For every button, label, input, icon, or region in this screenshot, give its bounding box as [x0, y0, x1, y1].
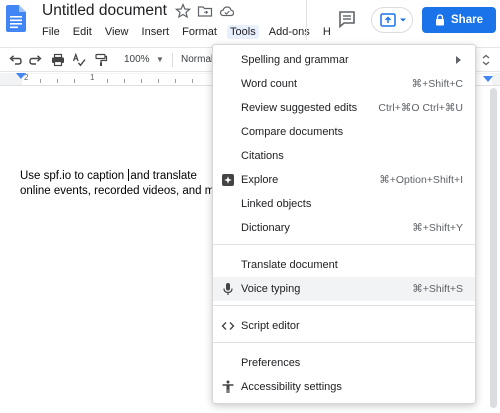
menu-item-dictionary[interactable]: Dictionary ⌘+Shift+Y	[213, 216, 475, 240]
menu-separator	[213, 305, 475, 306]
comment-history-icon[interactable]	[336, 8, 358, 30]
collapse-menus-icon[interactable]	[480, 54, 492, 66]
paragraph-style-select[interactable]: Normal	[181, 54, 213, 65]
zoom-select[interactable]: 100%	[124, 54, 150, 65]
accessibility-icon	[222, 380, 234, 393]
ruler-tick	[175, 79, 176, 83]
present-button[interactable]	[371, 7, 413, 33]
text-run: and translate	[130, 170, 197, 182]
ruler-tick	[124, 79, 125, 83]
right-indent-marker[interactable]	[483, 76, 493, 82]
move-folder-icon[interactable]	[197, 3, 213, 19]
left-indent-marker[interactable]	[16, 73, 26, 79]
present-to-meeting-icon	[380, 13, 396, 27]
menu-item-label: Script editor	[241, 320, 300, 332]
zoom-chevron-icon: ▼	[156, 55, 164, 64]
menu-item-shortcut: Ctrl+⌘O Ctrl+⌘U	[378, 102, 463, 114]
star-icon[interactable]	[175, 3, 191, 19]
menu-bar: File Edit View Insert Format Tools Add-o…	[42, 25, 341, 41]
menu-item-spelling-grammar[interactable]: Spelling and grammar	[213, 48, 475, 72]
menu-help[interactable]: H	[323, 26, 331, 38]
document-line-1: Use spf.io to caption and translate	[20, 169, 221, 184]
docs-logo-icon[interactable]	[6, 5, 26, 32]
menu-insert[interactable]: Insert	[142, 26, 170, 38]
menu-format[interactable]: Format	[182, 26, 217, 38]
redo-icon[interactable]	[29, 53, 43, 67]
menu-item-accessibility-settings[interactable]: Accessibility settings	[213, 375, 475, 399]
menu-view[interactable]: View	[105, 26, 129, 38]
document-title[interactable]: Untitled document	[42, 2, 167, 20]
microphone-icon	[223, 283, 233, 295]
menu-file[interactable]: File	[42, 26, 60, 38]
menu-item-label: Voice typing	[241, 283, 301, 295]
print-icon[interactable]	[51, 53, 65, 67]
ruler-tick	[107, 79, 108, 83]
text-run: Use spf.io to caption	[20, 170, 128, 182]
menu-item-script-editor[interactable]: Script editor	[213, 314, 475, 338]
ruler-tick	[40, 79, 41, 83]
document-body-text[interactable]: Use spf.io to caption and translate onli…	[20, 169, 221, 199]
menu-item-label: Accessibility settings	[241, 381, 342, 393]
menu-tools[interactable]: Tools	[227, 25, 259, 39]
chevron-down-icon	[400, 18, 406, 22]
document-line-2: online events, recorded videos, and mo	[20, 185, 221, 197]
menu-item-label: Dictionary	[241, 222, 290, 234]
share-button[interactable]: Share	[422, 7, 496, 33]
menu-addons[interactable]: Add-ons	[269, 26, 310, 38]
menu-item-label: Translate document	[241, 259, 338, 271]
menu-item-explore[interactable]: Explore ⌘+Option+Shift+I	[213, 168, 475, 192]
menu-item-label: Linked objects	[241, 198, 312, 210]
menu-item-label: Spelling and grammar	[241, 54, 349, 66]
menu-item-label: Compare documents	[241, 126, 344, 138]
toolbar-divider	[172, 53, 173, 67]
menu-separator	[213, 244, 475, 245]
menu-item-shortcut: ⌘+Shift+Y	[412, 222, 463, 234]
ruler-mark: 1	[90, 73, 95, 82]
ruler-tick	[57, 79, 58, 83]
spellcheck-icon[interactable]	[72, 53, 86, 67]
menu-item-voice-typing[interactable]: Voice typing ⌘+Shift+S	[213, 277, 475, 301]
menu-item-linked-objects[interactable]: Linked objects	[213, 192, 475, 216]
lock-icon	[436, 14, 445, 26]
menu-item-label: Word count	[241, 78, 298, 90]
menu-item-citations[interactable]: Citations	[213, 144, 475, 168]
ruler-tick	[74, 79, 75, 83]
paint-format-icon[interactable]	[94, 53, 108, 67]
menu-item-label: Review suggested edits	[241, 102, 358, 114]
ruler-tick	[192, 79, 193, 83]
menu-item-review-suggested-edits[interactable]: Review suggested edits Ctrl+⌘O Ctrl+⌘U	[213, 96, 475, 120]
menu-edit[interactable]: Edit	[73, 26, 92, 38]
menu-item-preferences[interactable]: Preferences	[213, 351, 475, 375]
menu-item-translate-document[interactable]: Translate document	[213, 253, 475, 277]
ruler-tick	[141, 79, 142, 83]
ruler-tick	[158, 79, 159, 83]
menu-item-shortcut: ⌘+Option+Shift+I	[379, 174, 463, 186]
menu-item-label: Citations	[241, 150, 284, 162]
menu-item-shortcut: ⌘+Shift+C	[411, 78, 463, 90]
cloud-saved-icon[interactable]	[219, 3, 235, 19]
code-icon	[221, 322, 235, 330]
tools-menu-dropdown: Spelling and grammar Word count ⌘+Shift+…	[212, 44, 476, 404]
menu-item-word-count[interactable]: Word count ⌘+Shift+C	[213, 72, 475, 96]
menu-item-compare-documents[interactable]: Compare documents	[213, 120, 475, 144]
menu-item-label: Preferences	[241, 357, 301, 369]
explore-icon	[222, 174, 234, 186]
vertical-scrollbar[interactable]	[490, 88, 497, 408]
menu-item-label: Explore	[241, 174, 279, 186]
menu-separator	[213, 342, 475, 343]
menu-item-shortcut: ⌘+Shift+S	[412, 283, 463, 295]
share-label: Share	[451, 14, 483, 26]
header-divider	[306, 0, 307, 40]
submenu-arrow-icon	[456, 56, 461, 64]
undo-icon[interactable]	[8, 53, 22, 67]
